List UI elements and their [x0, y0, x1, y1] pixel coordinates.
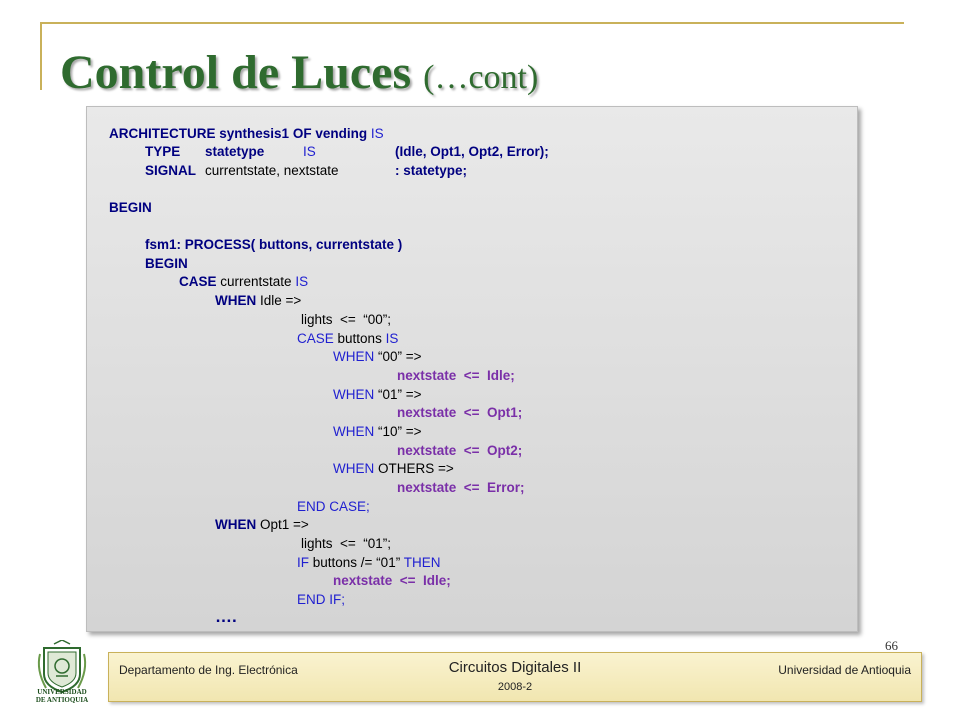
code-token: CASE	[297, 331, 334, 346]
code-line-25: ….	[215, 607, 237, 626]
code-line-24: END IF;	[297, 592, 345, 608]
code-line-2b: statetype	[205, 144, 264, 160]
code-line-2d: (Idle, Opt1, Opt2, Error);	[395, 144, 549, 160]
code-line-19: END CASE;	[297, 499, 370, 515]
logo-text-line: UNIVERSIDAD	[37, 688, 87, 696]
code-line-18: nextstate <= Error;	[397, 480, 525, 496]
code-line-17: WHEN OTHERS =>	[333, 461, 454, 477]
code-line-5: fsm1: PROCESS( buttons, currentstate )	[145, 237, 402, 253]
code-token: CASE	[179, 274, 217, 289]
code-token: WHEN	[333, 461, 375, 476]
code-token: IS	[370, 126, 384, 141]
code-line-2c: IS	[303, 144, 316, 160]
code-token: nextstate <= Idle;	[333, 573, 451, 588]
code-line-7: CASE currentstate IS	[179, 274, 308, 290]
code-token: “01” =>	[378, 387, 422, 402]
code-line-9: lights <= “00”;	[301, 312, 391, 328]
code-line-13: WHEN “01” =>	[333, 387, 422, 403]
code-token: nextstate <= Error;	[397, 480, 525, 495]
code-line-1: ARCHITECTURE synthesis1 OF vending IS	[109, 126, 384, 142]
code-token: IS	[295, 274, 309, 289]
code-token: SIGNAL	[145, 163, 197, 178]
code-line-12: nextstate <= Idle;	[397, 368, 515, 384]
footer-bar: Departamento de Ing. Electrónica Circuit…	[108, 652, 922, 702]
code-token: WHEN	[333, 424, 375, 439]
code-token: END IF;	[297, 592, 346, 607]
code-token: Opt1 =>	[260, 517, 309, 532]
code-token: nextstate <= Idle;	[397, 368, 515, 383]
code-line-10: CASE buttons IS	[297, 331, 398, 347]
code-line-8: WHEN Idle =>	[215, 293, 301, 309]
code-token: WHEN	[215, 517, 257, 532]
code-token: statetype	[205, 144, 265, 159]
code-token: OF	[292, 126, 312, 141]
code-token: END CASE;	[297, 499, 370, 514]
code-line-3b: currentstate, nextstate	[205, 163, 339, 179]
code-token: IS	[303, 144, 316, 159]
code-line-2: TYPE	[145, 144, 180, 160]
code-token: currentstate, nextstate	[205, 163, 339, 178]
code-token: THEN	[403, 555, 441, 570]
code-token: ….	[215, 607, 237, 626]
code-token: OTHERS =>	[378, 461, 454, 476]
code-line-16: nextstate <= Opt2;	[397, 443, 522, 459]
slide-title-main: Control de Luces	[60, 46, 412, 99]
code-token: (Idle, Opt1, Opt2, Error);	[395, 144, 549, 159]
code-line-23: nextstate <= Idle;	[333, 573, 451, 589]
code-token: ARCHITECTURE	[109, 126, 216, 141]
code-token: synthesis1	[219, 126, 290, 141]
university-logo-text: UNIVERSIDAD DE ANTIOQUIA	[26, 688, 98, 704]
code-token: nextstate <= Opt2;	[397, 443, 523, 458]
code-token: WHEN	[215, 293, 257, 308]
code-token: BEGIN	[145, 256, 188, 271]
code-token: fsm1: PROCESS( buttons, currentstate )	[145, 237, 403, 252]
slide-title: Control de Luces (…cont)	[60, 44, 538, 107]
code-line-11: WHEN “00” =>	[333, 349, 422, 365]
footer-university: Universidad de Antioquia	[778, 663, 911, 677]
code-token: lights <= “00”;	[301, 312, 392, 327]
code-line-21: lights <= “01”;	[301, 536, 391, 552]
code-line-20: WHEN Opt1 =>	[215, 517, 309, 533]
code-token: nextstate <= Opt1;	[397, 405, 523, 420]
code-line-22: IF buttons /= “01” THEN	[297, 555, 440, 571]
code-token: BEGIN	[109, 200, 152, 215]
code-token: buttons /= “01”	[312, 555, 401, 570]
frame-top-rule	[40, 22, 904, 24]
code-token: WHEN	[333, 387, 375, 402]
code-block: ARCHITECTURE synthesis1 OF vending IS TY…	[86, 106, 858, 632]
code-token: lights <= “01”;	[301, 536, 392, 551]
slide-title-suffix: (…cont)	[423, 59, 539, 96]
code-token: IF	[297, 555, 309, 570]
code-token: : statetype;	[395, 163, 468, 178]
code-token: IS	[385, 331, 399, 346]
frame-left-rule	[40, 22, 42, 90]
code-token: buttons	[337, 331, 382, 346]
code-token: “10” =>	[378, 424, 422, 439]
code-token: WHEN	[333, 349, 375, 364]
code-line-14: nextstate <= Opt1;	[397, 405, 522, 421]
logo-text-line: DE ANTIOQUIA	[35, 696, 89, 704]
code-token: Idle =>	[260, 293, 302, 308]
code-line-6: BEGIN	[145, 256, 188, 272]
code-line-3c: : statetype;	[395, 163, 467, 179]
code-token: TYPE	[145, 144, 181, 159]
code-token: currentstate	[220, 274, 292, 289]
footer-semester: 2008-2	[497, 681, 533, 693]
code-line-15: WHEN “10” =>	[333, 424, 422, 440]
code-token: vending	[315, 126, 368, 141]
code-line-4: BEGIN	[109, 200, 152, 216]
code-line-3: SIGNAL	[145, 163, 196, 179]
code-token: “00” =>	[378, 349, 422, 364]
